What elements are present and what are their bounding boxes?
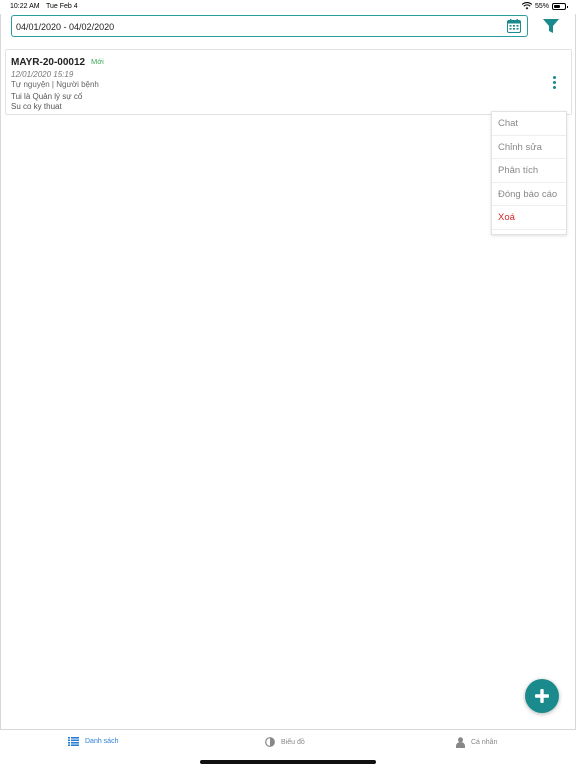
- filter-icon[interactable]: [542, 18, 560, 34]
- battery-percent: 55%: [534, 2, 549, 10]
- context-menu: Chat Chỉnh sửa Phân tích Đóng báo cáo Xo…: [491, 111, 567, 235]
- status-indicators: 55%: [521, 2, 568, 10]
- date-range-value: 04/01/2020 - 04/02/2020: [16, 22, 115, 32]
- calendar-icon[interactable]: [507, 19, 521, 33]
- tab-list[interactable]: Danh sách: [68, 737, 118, 746]
- status-time: 10:22 AM: [10, 3, 40, 10]
- wifi-icon: [521, 2, 532, 10]
- add-report-button[interactable]: [525, 679, 559, 713]
- home-indicator: [200, 760, 376, 764]
- tab-chart-label: Biểu đồ: [281, 738, 305, 746]
- tab-profile-label: Cá nhân: [471, 739, 498, 746]
- person-icon: [456, 737, 465, 748]
- report-category: Su co ky thuat: [11, 102, 62, 111]
- list-icon: [68, 737, 79, 746]
- menu-item-delete[interactable]: Xoá: [492, 206, 566, 230]
- report-card[interactable]: MAYR-20-00012 Mới 12/01/2020 15:19 Tự ng…: [5, 49, 572, 115]
- menu-item-close-report[interactable]: Đóng báo cáo: [492, 183, 566, 206]
- chart-icon: [265, 737, 275, 747]
- date-range-input[interactable]: 04/01/2020 - 04/02/2020: [11, 15, 528, 37]
- report-description: Tui là Quản lý sự cố: [11, 92, 83, 101]
- menu-item-analyze[interactable]: Phân tích: [492, 159, 566, 183]
- tab-profile[interactable]: Cá nhân: [456, 737, 497, 748]
- battery-icon: [552, 2, 568, 10]
- more-options-icon[interactable]: [549, 75, 559, 91]
- status-date: Tue Feb 4: [46, 3, 78, 10]
- report-code: MAYR-20-00012: [11, 57, 86, 68]
- menu-item-chat[interactable]: Chat: [492, 112, 566, 136]
- plus-icon: [535, 689, 549, 703]
- status-bar: 10:22 AM Tue Feb 4 55%: [0, 0, 576, 14]
- tab-list-label: Danh sách: [85, 738, 119, 745]
- status-badge: Mới: [91, 57, 104, 66]
- main-content: [0, 14, 576, 730]
- menu-item-edit[interactable]: Chỉnh sửa: [492, 136, 566, 159]
- report-type: Tự nguyện | Người bệnh: [11, 80, 99, 89]
- report-datetime: 12/01/2020 15:19: [11, 70, 74, 79]
- tab-chart[interactable]: Biểu đồ: [265, 737, 305, 747]
